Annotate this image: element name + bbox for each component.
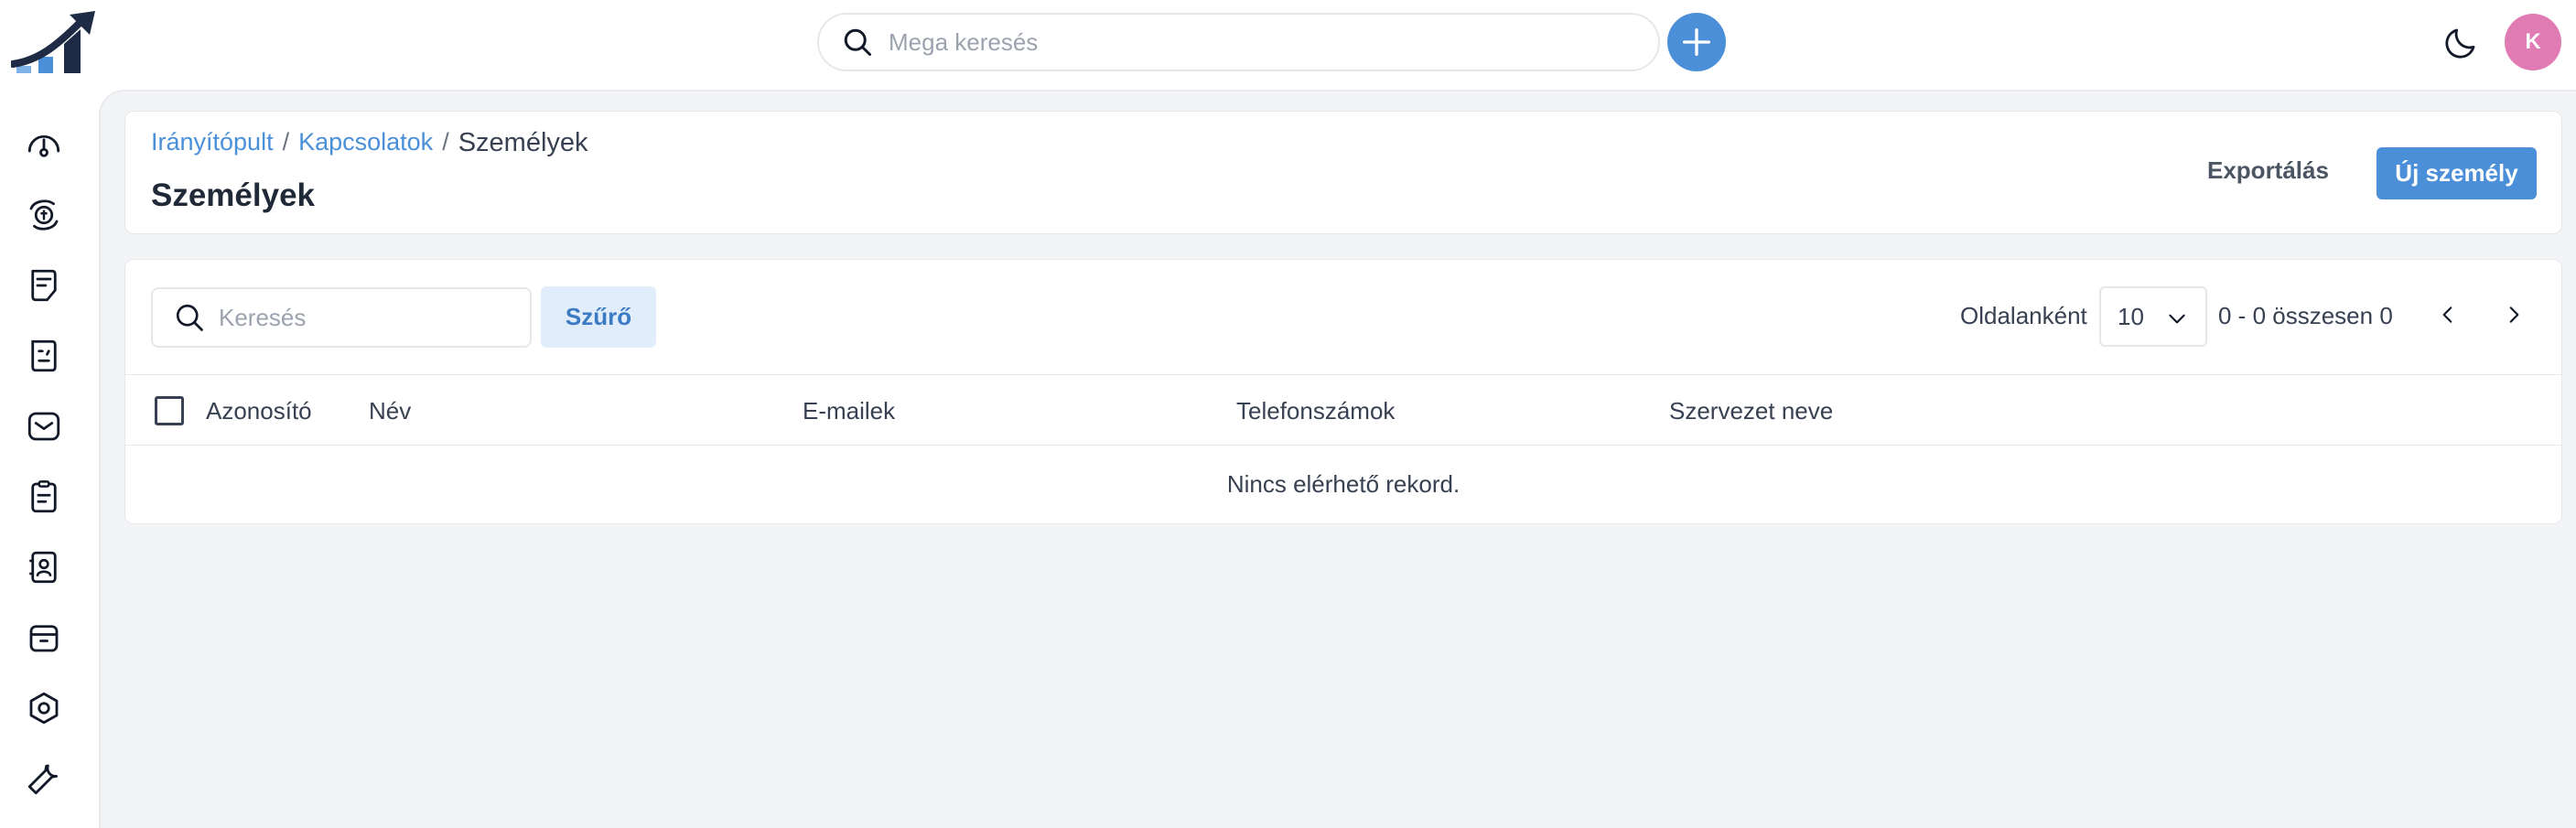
- search-icon: [844, 28, 871, 56]
- breadcrumb-contacts-link[interactable]: Kapcsolatok: [298, 128, 433, 158]
- quick-create-button[interactable]: [1667, 13, 1726, 71]
- settings-hexagon-icon: [29, 692, 59, 725]
- page-header-card: Irányítópult / Kapcsolatok / Személyek S…: [124, 111, 2562, 234]
- user-avatar[interactable]: K: [2505, 14, 2561, 70]
- tasks-clipboard-icon: [31, 480, 57, 513]
- products-archive-icon: [29, 625, 59, 652]
- chevron-left-icon: [2442, 306, 2452, 323]
- new-person-button[interactable]: Új személy: [2377, 147, 2537, 199]
- mega-search-input[interactable]: [889, 27, 1621, 57]
- pagination-range: 0 - 0 összesen 0: [2218, 302, 2393, 329]
- select-all-checkbox[interactable]: [155, 396, 184, 425]
- sidebar: [0, 90, 99, 828]
- next-page-button[interactable]: [2495, 296, 2532, 333]
- tools-wrench-icon: [27, 764, 59, 795]
- quotes-document-icon: [31, 269, 57, 302]
- sidebar-item-mail[interactable]: [22, 404, 66, 448]
- deals-exchange-icon: [29, 199, 59, 231]
- per-page-select[interactable]: 10: [2099, 286, 2207, 347]
- filter-button[interactable]: Szűrő: [541, 286, 656, 348]
- sidebar-item-products[interactable]: [22, 616, 66, 660]
- export-button[interactable]: Exportálás: [2196, 145, 2340, 196]
- column-header-id[interactable]: Azonosító: [206, 397, 312, 425]
- sidebar-item-invoices[interactable]: [22, 334, 66, 378]
- breadcrumb-current: Személyek: [458, 128, 588, 157]
- per-page-value: 10: [2118, 302, 2144, 330]
- table-search-box[interactable]: [151, 287, 532, 348]
- page-title: Személyek: [151, 177, 316, 213]
- top-bar: K: [0, 0, 2576, 90]
- dashboard-gauge-icon: [27, 134, 60, 157]
- app-logo[interactable]: [9, 9, 99, 77]
- breadcrumb: Irányítópult / Kapcsolatok / Személyek: [151, 128, 588, 158]
- logo-chart-arrow-icon: [9, 11, 95, 73]
- table-search-input[interactable]: [219, 303, 512, 332]
- column-header-name[interactable]: Név: [369, 397, 411, 425]
- sidebar-item-settings[interactable]: [22, 686, 66, 730]
- chevron-right-icon: [2509, 306, 2519, 323]
- chevron-down-icon: [2169, 314, 2185, 324]
- sidebar-item-tools[interactable]: [22, 757, 66, 801]
- sidebar-item-quotes[interactable]: [22, 263, 66, 307]
- mail-inbox-icon: [27, 412, 60, 441]
- sidebar-item-tasks[interactable]: [22, 475, 66, 519]
- plus-icon: [1683, 27, 1710, 56]
- previous-page-button[interactable]: [2430, 296, 2466, 333]
- breadcrumb-separator: /: [442, 128, 449, 156]
- dark-mode-toggle[interactable]: [2441, 24, 2480, 62]
- moon-icon: [2445, 28, 2475, 59]
- search-icon: [176, 304, 203, 331]
- per-page-label: Oldalanként: [1960, 302, 2087, 329]
- breadcrumb-dashboard-link[interactable]: Irányítópult: [151, 128, 274, 158]
- column-header-phones[interactable]: Telefonszámok: [1236, 397, 1395, 425]
- contacts-book-icon: [29, 551, 57, 584]
- table-header: Azonosító Név E-mailek Telefonszámok Sze…: [125, 374, 2561, 446]
- persons-table-card: Szűrő Oldalanként 10 0 - 0 összesen 0 Az…: [124, 259, 2562, 524]
- column-header-organization[interactable]: Szervezet neve: [1669, 397, 1833, 425]
- sidebar-item-deals[interactable]: [22, 193, 66, 237]
- empty-state-message: Nincs elérhető rekord.: [1226, 470, 1460, 498]
- sidebar-item-contacts[interactable]: [22, 545, 66, 589]
- mega-search-bar[interactable]: [817, 13, 1660, 71]
- breadcrumb-separator: /: [282, 128, 290, 156]
- invoices-document-icon: [31, 339, 57, 372]
- column-header-emails[interactable]: E-mailek: [803, 397, 895, 425]
- sidebar-item-dashboard[interactable]: [22, 123, 66, 167]
